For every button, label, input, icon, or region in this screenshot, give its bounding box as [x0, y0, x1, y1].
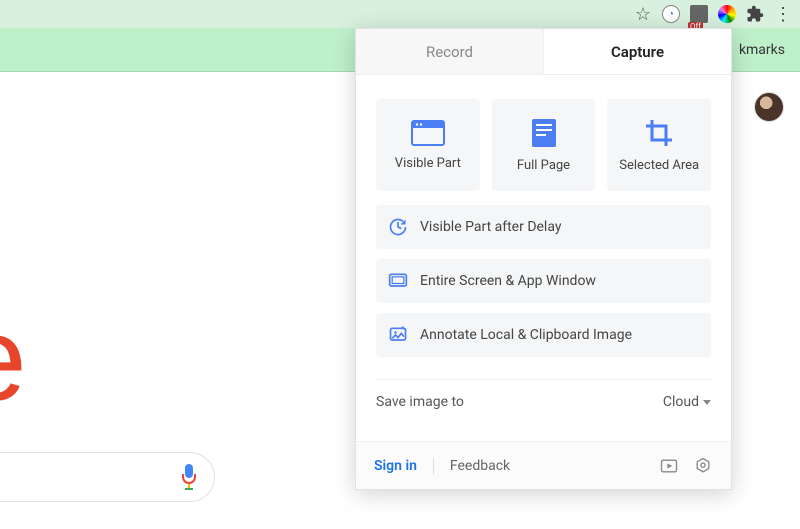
- divider: [433, 457, 434, 475]
- delay-icon: [388, 217, 408, 237]
- window-icon: [411, 120, 445, 146]
- row-label: Visible Part after Delay: [420, 219, 561, 235]
- image-icon: [388, 325, 408, 345]
- avatar[interactable]: [754, 92, 784, 122]
- capture-rows: Visible Part after Delay Entire Screen &…: [356, 205, 731, 357]
- crop-icon: [644, 118, 674, 148]
- visible-after-delay-button[interactable]: Visible Part after Delay: [376, 205, 711, 249]
- row-label: Entire Screen & App Window: [420, 273, 596, 289]
- card-label: Full Page: [517, 158, 570, 173]
- chrome-menu-icon[interactable]: ⋮: [774, 5, 792, 23]
- annotate-image-button[interactable]: Annotate Local & Clipboard Image: [376, 313, 711, 357]
- save-dest-value: Cloud: [663, 394, 699, 410]
- voice-search-icon[interactable]: [180, 464, 198, 490]
- extension-icon-2[interactable]: [690, 5, 708, 23]
- row-label: Annotate Local & Clipboard Image: [420, 327, 632, 343]
- extensions-puzzle-icon[interactable]: [746, 5, 764, 23]
- star-icon[interactable]: ☆: [634, 5, 652, 23]
- google-logo-fragment: e: [0, 290, 27, 428]
- tab-capture[interactable]: Capture: [544, 29, 731, 74]
- tab-record[interactable]: Record: [356, 29, 544, 74]
- popup-tabs: Record Capture: [356, 29, 731, 75]
- signin-link[interactable]: Sign in: [374, 458, 417, 474]
- entire-screen-button[interactable]: Entire Screen & App Window: [376, 259, 711, 303]
- screen-icon: [388, 271, 408, 291]
- feedback-link[interactable]: Feedback: [450, 458, 510, 474]
- visible-part-button[interactable]: Visible Part: [376, 99, 480, 191]
- capture-card-row: Visible Part Full Page Selected Area: [356, 75, 731, 205]
- videos-icon[interactable]: [659, 456, 679, 476]
- card-label: Selected Area: [619, 158, 699, 173]
- full-page-button[interactable]: Full Page: [492, 99, 596, 191]
- save-label: Save image to: [376, 394, 464, 410]
- bookmarks-text: kmarks: [739, 42, 785, 58]
- extension-popup: Record Capture Visible Part Full Page Se…: [355, 28, 732, 490]
- save-dest-dropdown[interactable]: Cloud: [663, 394, 711, 410]
- chevron-down-icon: [703, 400, 711, 405]
- extension-icon-1[interactable]: ◔: [662, 5, 680, 23]
- page-icon: [531, 118, 557, 148]
- selected-area-button[interactable]: Selected Area: [607, 99, 711, 191]
- extension-icon-active[interactable]: [718, 5, 736, 23]
- settings-icon[interactable]: [693, 456, 713, 476]
- save-destination-row: Save image to Cloud: [356, 380, 731, 410]
- popup-footer: Sign in Feedback: [356, 441, 731, 489]
- search-input[interactable]: [0, 452, 215, 502]
- card-label: Visible Part: [395, 156, 461, 171]
- browser-toolbar: ☆ ◔ ⋮: [0, 0, 800, 28]
